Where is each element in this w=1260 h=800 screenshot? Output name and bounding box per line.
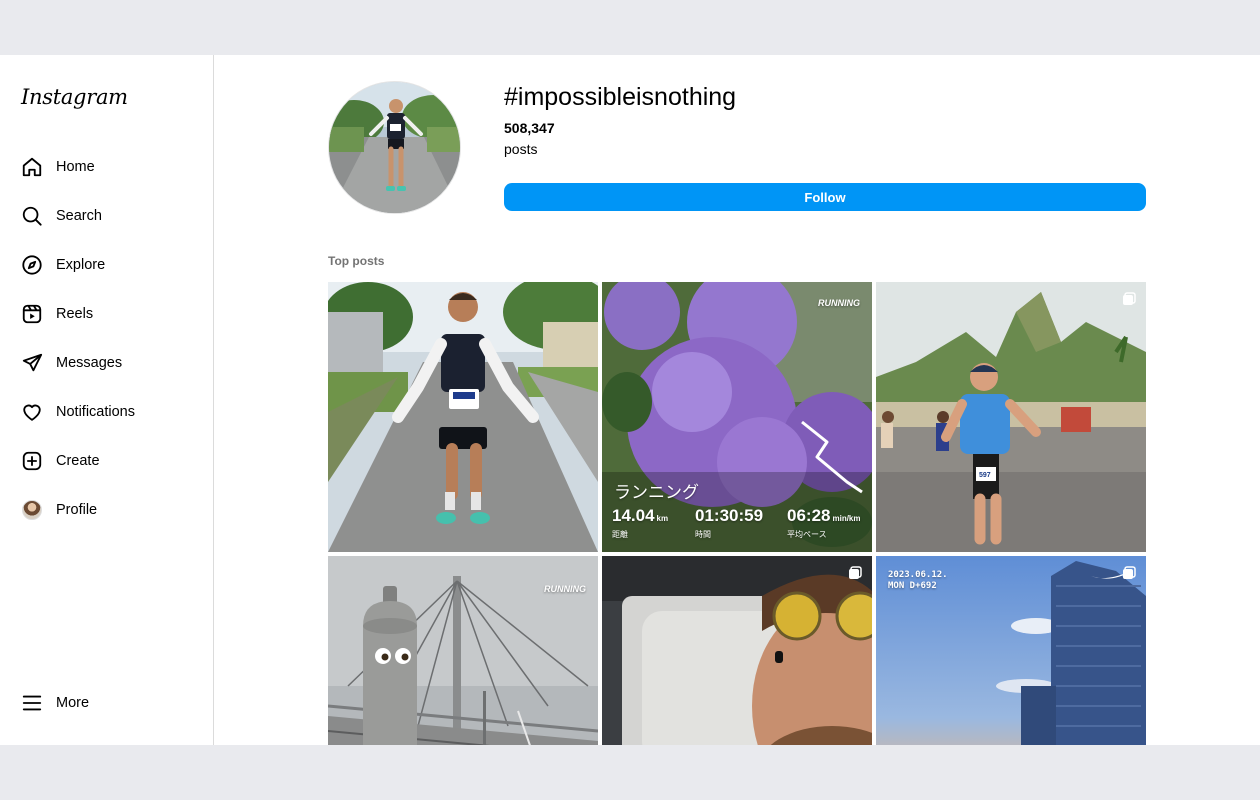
plus-square-icon bbox=[20, 449, 44, 473]
sidebar-item-label: Explore bbox=[56, 257, 106, 273]
sidebar-item-reels[interactable]: Reels bbox=[20, 301, 200, 327]
hashtag-avatar bbox=[328, 81, 461, 214]
sidebar-item-label: Home bbox=[56, 159, 95, 175]
carousel-icon bbox=[1123, 566, 1136, 579]
instagram-logo[interactable]: Instagram bbox=[21, 85, 128, 109]
sidebar-item-home[interactable]: Home bbox=[20, 154, 200, 180]
sidebar-item-label: Notifications bbox=[56, 404, 135, 420]
sidebar-item-notifications[interactable]: Notifications bbox=[20, 399, 200, 425]
compass-icon bbox=[20, 253, 44, 277]
instagram-window: Instagram Home Search Explore Reels Mess… bbox=[0, 55, 1260, 745]
post-tile-runner-medal[interactable] bbox=[328, 282, 598, 552]
running-brand-label: RUNNING bbox=[544, 584, 586, 594]
reels-icon bbox=[20, 302, 44, 326]
distance-value: 14.04 km bbox=[612, 506, 668, 526]
distance-label: 距離 bbox=[612, 530, 628, 539]
hashtag-page: #impossibleisnothing 508,347 posts Follo… bbox=[214, 55, 1260, 745]
home-icon bbox=[20, 155, 44, 179]
paper-plane-icon bbox=[20, 351, 44, 375]
sidebar-item-profile[interactable]: Profile bbox=[20, 497, 200, 523]
sidebar-item-label: Search bbox=[56, 208, 102, 224]
post-tile-bottle-bridge[interactable]: RUNNING bbox=[328, 556, 598, 745]
pace-value: 06:28 min/km bbox=[787, 506, 861, 526]
pace-unit: min/km bbox=[832, 514, 861, 523]
post-count-label: posts bbox=[504, 141, 538, 157]
sidebar: Instagram Home Search Explore Reels Mess… bbox=[0, 55, 214, 745]
post-tile-hydrangea-stats[interactable]: RUNNING ランニング 14.04 km 距離 01:30:59 時間 06:… bbox=[602, 282, 872, 552]
sidebar-item-label: Reels bbox=[56, 306, 94, 322]
sidebar-item-messages[interactable]: Messages bbox=[20, 350, 200, 376]
sidebar-item-create[interactable]: Create bbox=[20, 448, 200, 474]
distance-number: 14.04 bbox=[612, 506, 655, 525]
sidebar-item-label: Messages bbox=[56, 355, 123, 371]
heart-icon bbox=[20, 400, 44, 424]
distance-unit: km bbox=[656, 514, 669, 523]
top-posts-heading: Top posts bbox=[328, 254, 385, 268]
sidebar-item-explore[interactable]: Explore bbox=[20, 252, 200, 278]
follow-button[interactable]: Follow bbox=[504, 183, 1146, 211]
sidebar-item-label: Create bbox=[56, 453, 100, 469]
time-value: 01:30:59 bbox=[695, 506, 764, 525]
date-stamp: 2023.06.12. bbox=[888, 570, 948, 580]
activity-label: ランニング bbox=[614, 483, 699, 502]
avatar bbox=[22, 500, 42, 520]
day-counter: MON D+692 bbox=[888, 581, 937, 591]
hamburger-menu-icon bbox=[20, 691, 44, 715]
carousel-icon bbox=[849, 566, 862, 579]
sidebar-item-more[interactable]: More bbox=[20, 690, 200, 716]
post-tile-tower-sunset[interactable]: 2023.06.12. MON D+692 bbox=[876, 556, 1146, 745]
sidebar-item-search[interactable]: Search bbox=[20, 203, 200, 229]
post-count: 508,347 bbox=[504, 120, 555, 136]
pace-number: 06:28 bbox=[787, 506, 831, 525]
profile-avatar-wrap bbox=[20, 498, 44, 522]
post-tile-selfie-sunglasses[interactable] bbox=[602, 556, 872, 745]
time-label: 時間 bbox=[695, 530, 711, 539]
search-icon bbox=[20, 204, 44, 228]
carousel-icon bbox=[1123, 292, 1136, 305]
sidebar-item-label: More bbox=[56, 695, 90, 711]
hashtag-title: #impossibleisnothing bbox=[504, 83, 737, 111]
pace-label: 平均ペース bbox=[787, 530, 827, 539]
post-tile-runner-beach[interactable]: 597 bbox=[876, 282, 1146, 552]
running-brand-label: RUNNING bbox=[818, 298, 860, 308]
sidebar-item-label: Profile bbox=[56, 502, 98, 518]
race-bib-number: 597 bbox=[979, 472, 991, 479]
